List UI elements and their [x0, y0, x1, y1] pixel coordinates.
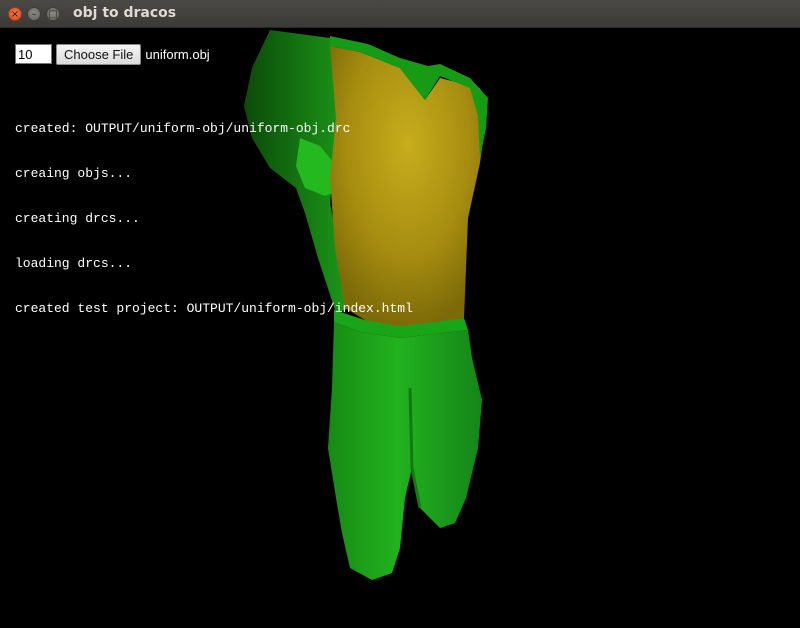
- selected-file-name: uniform.obj: [145, 46, 210, 62]
- choose-file-button[interactable]: Choose File: [56, 43, 142, 65]
- 3d-viewport[interactable]: Choose File uniform.obj created: OUTPUT/…: [0, 28, 800, 628]
- log-line: created: OUTPUT/uniform-obj/uniform-obj.…: [15, 121, 351, 136]
- status-log: created: OUTPUT/uniform-obj/uniform-obj.…: [15, 91, 413, 346]
- controls-row: Choose File uniform.obj: [15, 43, 210, 65]
- log-line: creating drcs...: [15, 211, 140, 226]
- close-window-button[interactable]: ×: [8, 7, 22, 21]
- quality-number-input[interactable]: [15, 44, 52, 64]
- window-title: obj to dracos: [73, 5, 177, 21]
- window-titlebar[interactable]: × – □ obj to dracos: [0, 0, 800, 28]
- log-line: loading drcs...: [15, 256, 133, 271]
- maximize-window-button[interactable]: □: [46, 7, 60, 21]
- pants[interactable]: [328, 322, 482, 580]
- minimize-window-button[interactable]: –: [27, 7, 41, 21]
- log-line: created test project: OUTPUT/uniform-obj…: [15, 301, 413, 316]
- log-line: creaing objs...: [15, 166, 133, 181]
